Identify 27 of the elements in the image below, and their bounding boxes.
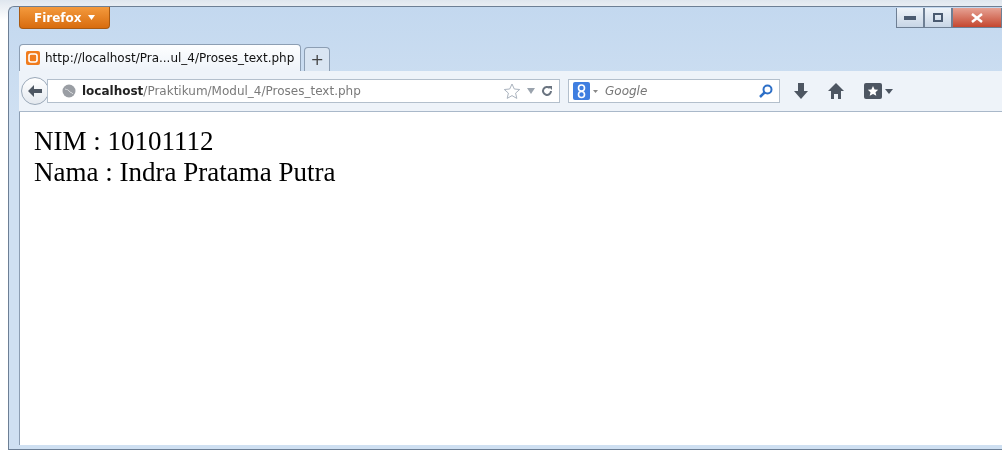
page-text-line: NIM : 10101112 xyxy=(34,126,215,157)
url-text: localhost/Praktikum/Modul_4/Proses_text.php xyxy=(82,84,362,98)
reload-icon[interactable] xyxy=(541,85,553,97)
address-bar[interactable]: localhost/Praktikum/Modul_4/Proses_text.php xyxy=(47,79,560,103)
dropdown-icon[interactable] xyxy=(527,88,535,94)
page-text-line: Nama : Indra Pratama Putra xyxy=(34,157,337,188)
star-icon[interactable] xyxy=(503,82,521,100)
maximize-icon xyxy=(933,13,943,22)
caret-icon xyxy=(87,15,95,20)
bookmark-star-icon xyxy=(864,83,882,99)
site-icon xyxy=(26,51,40,65)
close-icon xyxy=(971,12,983,23)
globe-icon xyxy=(62,84,76,98)
minimize-icon xyxy=(904,15,916,20)
back-arrow-icon xyxy=(27,84,43,98)
search-engine-icon[interactable] xyxy=(573,82,599,100)
minimize-button[interactable] xyxy=(896,8,924,28)
maximize-button[interactable] xyxy=(924,8,952,28)
close-button[interactable] xyxy=(952,8,1002,28)
search-bar[interactable]: Google xyxy=(568,79,780,103)
new-tab-button[interactable]: + xyxy=(304,47,331,71)
caret-icon xyxy=(885,88,893,94)
download-arrow-icon xyxy=(794,83,808,99)
back-button[interactable] xyxy=(21,77,49,105)
home-icon xyxy=(828,83,844,99)
search-icon[interactable] xyxy=(759,84,773,98)
browser-tab[interactable]: http://localhost/Pra...ul_4/Proses_text.php xyxy=(19,44,302,71)
